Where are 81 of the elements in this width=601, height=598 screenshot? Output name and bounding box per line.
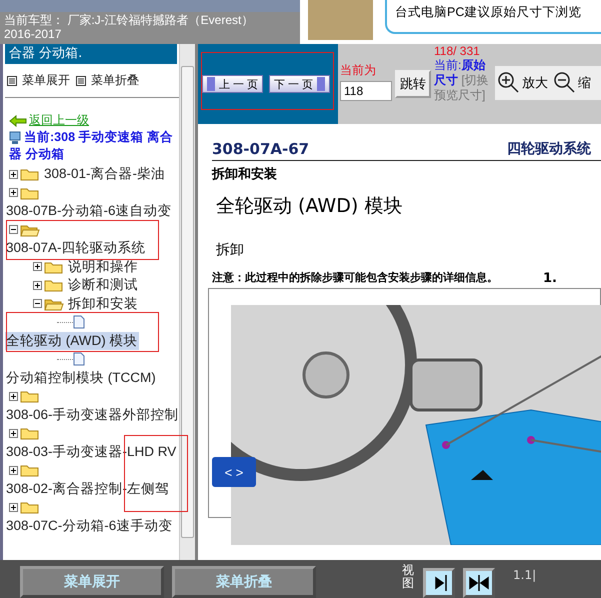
collapse-toggle[interactable] (9, 225, 18, 234)
back-link[interactable]: 返回上一级 (29, 112, 89, 129)
step-number: 1. (543, 271, 557, 286)
list-icon (7, 76, 17, 86)
previous-page-button[interactable]: 上 一 页 (202, 75, 264, 93)
folder-icon (20, 186, 40, 200)
tree-item[interactable]: 308-01-离合器-柴油 (43, 165, 166, 184)
arrows-inward-icon (468, 573, 490, 593)
folder-icon (20, 463, 40, 478)
document-icon (73, 352, 85, 366)
zoom-out-icon (554, 72, 576, 94)
tree-item[interactable]: 308-07A-四轮驱动系统 (5, 239, 147, 258)
page-number-field[interactable]: 118 (340, 81, 392, 101)
expand-toggle[interactable] (33, 280, 42, 290)
split-view-button[interactable] (463, 568, 495, 598)
expand-toggle[interactable] (9, 502, 18, 512)
folder-icon (44, 296, 64, 311)
expand-toggle[interactable] (9, 428, 18, 438)
minus-icon (33, 299, 42, 308)
subheading: 拆卸 (215, 241, 245, 259)
zoom-in-button[interactable]: 放大 (498, 72, 548, 94)
expand-toggle[interactable] (9, 170, 18, 179)
view-label: 视图 (402, 564, 415, 592)
plus-icon (9, 502, 18, 512)
plus-icon (9, 466, 18, 475)
plus-icon (33, 262, 42, 272)
zoom-in-icon (498, 72, 520, 94)
folder-icon (20, 426, 40, 440)
caution-note: 注意：此过程中的拆除步骤可能包含安装步骤的详细信息。 (212, 271, 499, 286)
document-icon (73, 315, 85, 330)
back-arrow-icon (9, 114, 27, 126)
page-nav-button[interactable]: < > (212, 457, 256, 487)
current-path: 当前:308 手动变速箱 离合器 分动箱 (8, 129, 174, 163)
next-page-button[interactable]: 下 一 页 (269, 75, 330, 93)
plus-icon (33, 280, 42, 290)
version-text: 1.1| (513, 568, 536, 582)
view-size-info: 当前:原始尺寸 [切换预览尺寸] (434, 58, 490, 103)
tree-item[interactable]: 说明和操作 (67, 258, 139, 276)
expand-toggle[interactable] (9, 392, 18, 401)
page-count: 118/ 331 (434, 44, 481, 58)
tree-item[interactable]: 308-07B-分动箱-6速自动变 (5, 202, 173, 220)
section-code: 308-07A-67 (212, 140, 310, 158)
tree-item[interactable]: 全轮驱动 (AWD) 模块 (5, 332, 138, 350)
model-years: 2016-2017 (4, 27, 62, 41)
collapse-toggle[interactable] (33, 299, 42, 308)
expand-toggle[interactable] (9, 466, 18, 475)
menu-link[interactable]: 菜单展开 (7, 72, 70, 89)
vehicle-title: 当前车型： 厂家:J-江铃福特撼路者（Everest） (4, 13, 254, 27)
menu-link[interactable]: 菜单折叠 (76, 72, 139, 89)
plus-icon (9, 170, 18, 179)
tree-item[interactable]: 308-07C-分动箱-6速手动变 (5, 516, 174, 535)
category-heading: 拆卸和安装 (212, 166, 278, 183)
notice-banner: 台式电脑PC建议原始尺寸下浏览 (385, 0, 601, 34)
current-page-label: 当前为 (340, 62, 377, 79)
procedure-title: 全轮驱动 (AWD) 模块 (215, 194, 404, 219)
folder-icon (44, 260, 64, 274)
plus-icon (9, 428, 18, 438)
expand-toggle[interactable] (33, 262, 42, 272)
plus-icon (9, 188, 18, 198)
jump-button[interactable]: 跳转 (395, 70, 431, 98)
plus-icon (9, 392, 18, 401)
tree-item[interactable]: 分动箱控制模块 (TCCM) (5, 368, 157, 387)
folder-icon (20, 389, 40, 404)
tree-item[interactable]: 诊断和测试 (67, 276, 139, 294)
scrollbar[interactable] (179, 44, 195, 560)
folder-icon (20, 167, 40, 182)
single-view-button[interactable] (423, 568, 455, 598)
sidebar-heading: 合器 分动箱. (5, 44, 177, 64)
folder-icon (20, 222, 40, 237)
list-icon (76, 76, 86, 86)
zoom-out-button[interactable]: 缩 (554, 72, 591, 94)
scrollbar-thumb[interactable] (181, 66, 194, 538)
folder-icon (20, 500, 40, 514)
minus-icon (9, 225, 18, 234)
tree-item[interactable]: 拆卸和安装 (67, 294, 139, 313)
photo-placeholder (308, 0, 373, 40)
folder-icon (44, 278, 64, 292)
computer-icon (9, 130, 21, 145)
expand-toggle[interactable] (9, 188, 18, 198)
tree-item[interactable]: 308-06-手动变速器外部控制 (5, 406, 179, 424)
section-title: 四轮驱动系统 (507, 140, 591, 158)
